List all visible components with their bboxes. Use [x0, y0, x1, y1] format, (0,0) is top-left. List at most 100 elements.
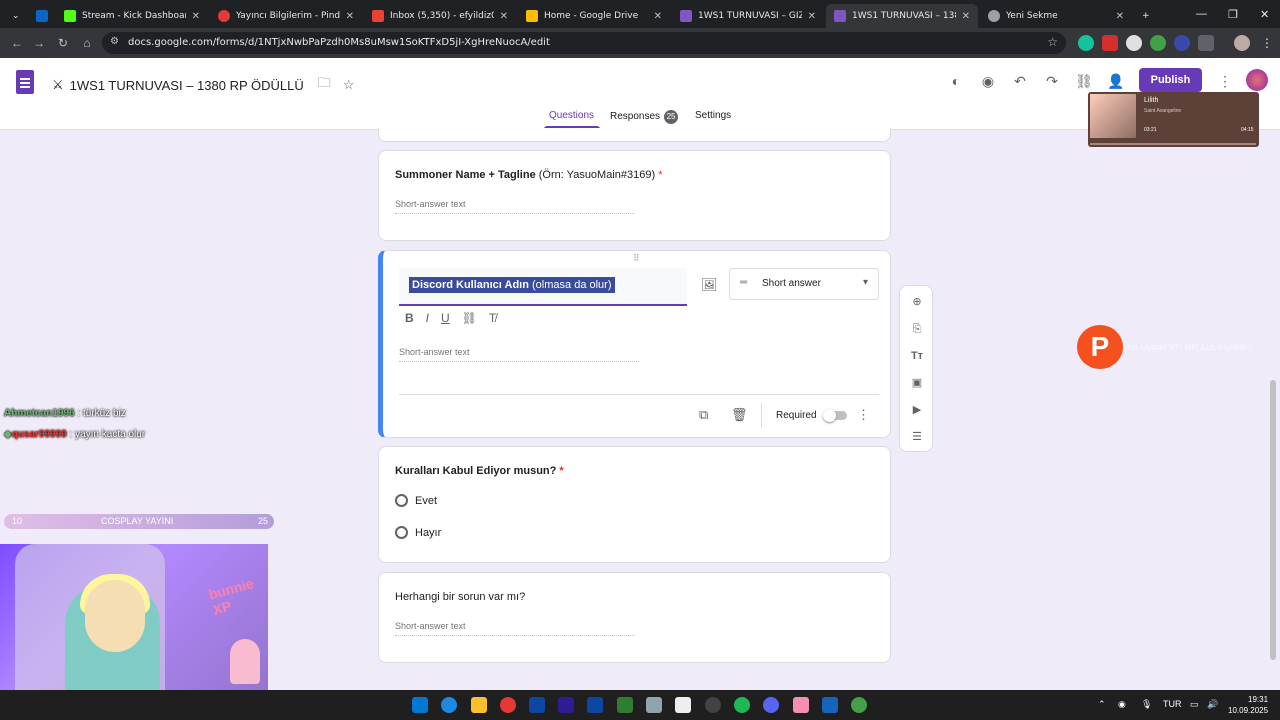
- tab-pindirim[interactable]: Yayıncı Bilgilerim - Pindirim✕: [210, 4, 362, 28]
- question-card-discord-active[interactable]: ⠿ Discord Kullanıcı Adın (olmasa da olur…: [378, 250, 891, 438]
- tray-app-icon[interactable]: ◉: [1118, 699, 1126, 710]
- add-collaborator-icon[interactable]: 👤: [1106, 71, 1126, 91]
- spotify-icon[interactable]: [734, 697, 750, 713]
- back-icon[interactable]: ←: [8, 34, 26, 52]
- folder-icon[interactable]: 🗀: [318, 74, 331, 96]
- question-card-rules[interactable]: Kuralları Kabul Ediyor musun? * Evet Hay…: [378, 446, 891, 563]
- question-title-input[interactable]: Discord Kullanıcı Adın (olmasa da olur): [399, 268, 687, 306]
- star-icon[interactable]: ☆: [343, 77, 355, 93]
- tab-responses[interactable]: Responses 25: [610, 110, 679, 124]
- maximize-button[interactable]: ❐: [1228, 0, 1238, 28]
- tray-expand-icon[interactable]: ⌃: [1098, 699, 1106, 710]
- premiere-icon[interactable]: [558, 697, 574, 713]
- tab-search-button[interactable]: ⌄: [4, 4, 26, 28]
- new-tab-button[interactable]: +: [1134, 4, 1154, 28]
- add-title-icon[interactable]: Tт: [909, 348, 925, 364]
- edge-icon[interactable]: [441, 697, 457, 713]
- page-scrollbar[interactable]: [1270, 380, 1276, 660]
- duplicate-icon[interactable]: ⧉: [699, 407, 708, 423]
- windows-start-icon[interactable]: [412, 697, 428, 713]
- snipping-tool-icon[interactable]: [675, 697, 691, 713]
- photoshop-icon[interactable]: [587, 697, 603, 713]
- network-icon[interactable]: ▭: [1190, 699, 1199, 710]
- file-explorer-icon[interactable]: [471, 697, 487, 713]
- tab-forms-active[interactable]: 1WS1 TURNUVASI – 1380 ✕: [826, 4, 978, 28]
- tab-settings[interactable]: Settings: [695, 110, 731, 121]
- google-forms-logo[interactable]: [16, 70, 34, 94]
- system-clock[interactable]: 19:31 10.09.2025: [1228, 694, 1268, 716]
- discord-icon[interactable]: [763, 697, 779, 713]
- question-card-summoner[interactable]: Summoner Name + Tagline (Örn: YasuoMain#…: [378, 150, 891, 241]
- delete-icon[interactable]: 🗑: [731, 407, 748, 423]
- shield-extension-icon[interactable]: [1150, 35, 1166, 51]
- clear-formatting-icon[interactable]: T̸: [489, 311, 496, 325]
- minimize-button[interactable]: —: [1196, 0, 1207, 28]
- grammarly-icon[interactable]: [1078, 35, 1094, 51]
- palette-icon[interactable]: ◐: [946, 71, 966, 91]
- question-type-dropdown[interactable]: ═ Short answer ▾: [729, 268, 879, 300]
- publish-button[interactable]: Publish: [1139, 68, 1202, 92]
- drag-handle-icon[interactable]: ⠿: [633, 253, 640, 264]
- import-questions-icon[interactable]: ⎘: [909, 321, 925, 337]
- close-icon[interactable]: ✕: [1116, 11, 1124, 22]
- radio-option-evet[interactable]: [395, 494, 408, 507]
- close-icon[interactable]: ✕: [346, 11, 354, 22]
- required-toggle[interactable]: [823, 409, 847, 422]
- language-indicator[interactable]: TUR: [1163, 699, 1182, 709]
- link-icon[interactable]: ⛓: [1074, 71, 1094, 91]
- tab-kick-dashboard[interactable]: Stream - Kick Dashboard ✕: [56, 4, 208, 28]
- notepad-icon[interactable]: [617, 697, 633, 713]
- app-icon[interactable]: [793, 697, 809, 713]
- extensions-puzzle-icon[interactable]: [1198, 35, 1214, 51]
- home-icon[interactable]: ⌂: [78, 34, 96, 52]
- bookmark-star-icon[interactable]: ☆: [1047, 35, 1058, 49]
- add-image-icon[interactable]: ▣: [909, 375, 925, 391]
- question-card-problem[interactable]: Herhangi bir sorun var mı? Short-answer …: [378, 572, 891, 663]
- volume-icon[interactable]: 🔊: [1207, 699, 1218, 710]
- calculator-icon[interactable]: [646, 697, 662, 713]
- tab-google-drive[interactable]: Home - Google Drive ✕: [518, 4, 670, 28]
- more-options-icon[interactable]: ⋮: [857, 407, 870, 423]
- tab-forms-gizem[interactable]: 1WS1 TURNUVASI – GİZE ✕: [672, 4, 824, 28]
- close-icon[interactable]: ✕: [500, 11, 508, 22]
- add-image-icon[interactable]: 🖼: [701, 277, 718, 293]
- close-icon[interactable]: ✕: [654, 11, 662, 22]
- profile-avatar[interactable]: [1234, 35, 1250, 51]
- undo-icon[interactable]: ↶: [1010, 71, 1030, 91]
- close-window-button[interactable]: ✕: [1260, 0, 1269, 28]
- tab-questions[interactable]: Questions: [549, 110, 594, 121]
- site-info-icon[interactable]: ⚙: [110, 36, 119, 47]
- chrome-icon[interactable]: [500, 697, 516, 713]
- close-icon[interactable]: ✕: [192, 11, 200, 22]
- form-title[interactable]: 1WS1 TURNUVASI – 1380 RP ÖDÜLLÜ: [70, 78, 304, 93]
- lightroom-icon[interactable]: [529, 697, 545, 713]
- tab-gmail[interactable]: Inbox (5,350) - efyildiz0@gm✕: [364, 4, 516, 28]
- extension-icon[interactable]: [1126, 35, 1142, 51]
- adblock-icon[interactable]: [1102, 35, 1118, 51]
- chrome-active-icon[interactable]: [851, 697, 867, 713]
- italic-icon[interactable]: I: [426, 311, 429, 325]
- forward-icon[interactable]: →: [30, 34, 48, 52]
- more-options-icon[interactable]: ⋮: [1215, 71, 1235, 91]
- add-section-icon[interactable]: ☰: [909, 429, 925, 445]
- radio-option-hayir[interactable]: [395, 526, 408, 539]
- chrome-menu-icon[interactable]: ⋮: [1258, 34, 1276, 52]
- close-icon[interactable]: ✕: [962, 11, 970, 22]
- preview-eye-icon[interactable]: ◉: [978, 71, 998, 91]
- account-avatar[interactable]: [1246, 69, 1268, 91]
- address-bar[interactable]: ⚙ docs.google.com/forms/d/1NTjxNwbPaPzdh…: [102, 32, 1066, 54]
- vpn-extension-icon[interactable]: [1174, 35, 1190, 51]
- steam-icon[interactable]: [822, 697, 838, 713]
- add-video-icon[interactable]: ▶: [909, 402, 925, 418]
- link-icon[interactable]: ⛓: [462, 311, 477, 325]
- add-question-icon[interactable]: ⊕: [909, 294, 925, 310]
- linkedin-pinned-tab[interactable]: [28, 4, 54, 28]
- obs-icon[interactable]: [705, 697, 721, 713]
- microphone-icon[interactable]: 🎙: [1141, 699, 1152, 710]
- reload-icon[interactable]: ↻: [54, 34, 72, 52]
- underline-icon[interactable]: U: [441, 311, 450, 325]
- bold-icon[interactable]: B: [405, 311, 414, 325]
- redo-icon[interactable]: ↷: [1042, 71, 1062, 91]
- tab-new-tab[interactable]: Yeni Sekme ✕: [980, 4, 1132, 28]
- close-icon[interactable]: ✕: [808, 11, 816, 22]
